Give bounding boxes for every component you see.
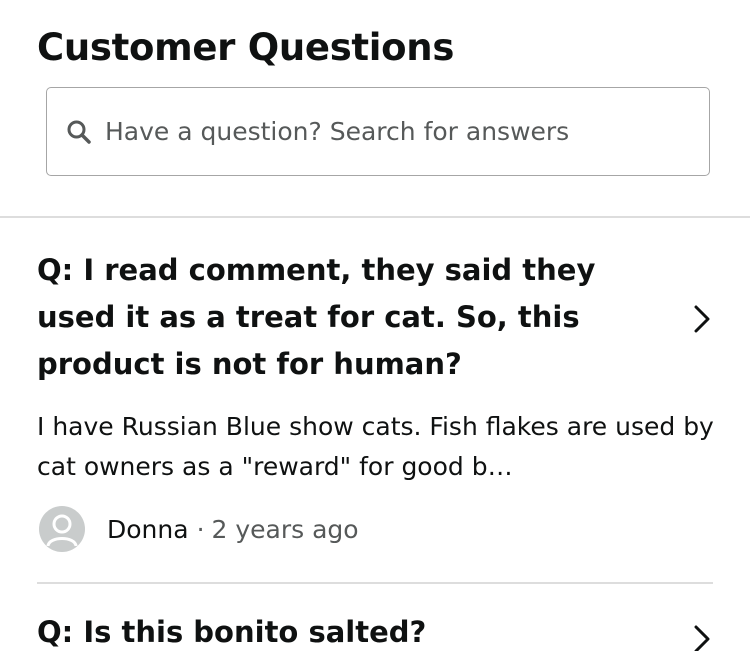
avatar bbox=[39, 506, 85, 552]
search-input[interactable] bbox=[105, 88, 695, 174]
answer-author: Donna · 2 years ago bbox=[39, 506, 359, 552]
question-item[interactable]: Q: Is this bonito salted? bbox=[0, 583, 750, 651]
chevron-right-icon[interactable] bbox=[694, 305, 710, 333]
chevron-right-icon[interactable] bbox=[694, 625, 710, 651]
customer-questions-header: Customer Questions bbox=[0, 0, 750, 216]
question-item[interactable]: Q: I read comment, they said they used i… bbox=[0, 217, 750, 582]
answer-text: I have Russian Blue show cats. Fish flak… bbox=[37, 412, 714, 481]
search-icon bbox=[67, 120, 91, 144]
page-title: Customer Questions bbox=[37, 26, 455, 69]
customer-questions-page: Customer Questions Q: I read comment, th… bbox=[0, 0, 750, 651]
user-icon bbox=[46, 514, 78, 547]
question-text[interactable]: Q: Is this bonito salted? bbox=[37, 615, 426, 649]
answer-timestamp: 2 years ago bbox=[211, 514, 359, 544]
search-box[interactable] bbox=[46, 87, 710, 176]
meta-separator: · bbox=[196, 514, 205, 544]
author-name: Donna bbox=[107, 514, 189, 544]
question-text[interactable]: Q: I read comment, they said they used i… bbox=[37, 247, 637, 388]
